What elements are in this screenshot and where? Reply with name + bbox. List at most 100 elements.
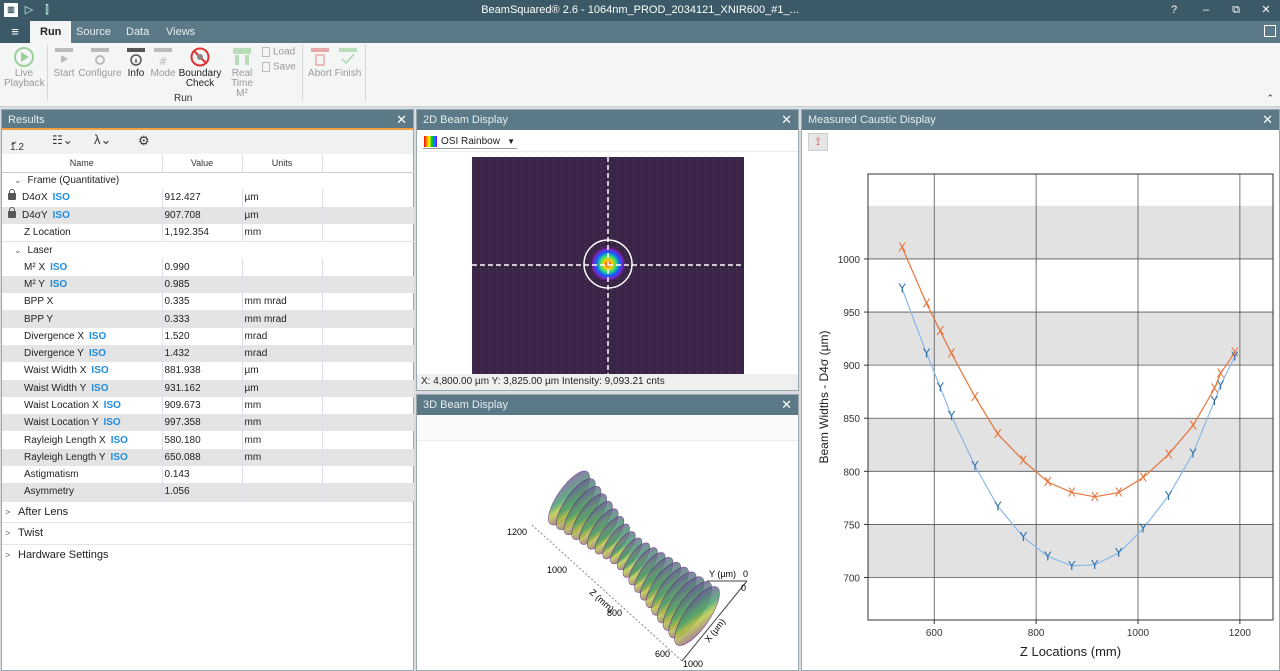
- data-point-y: Y: [1090, 558, 1099, 572]
- hamburger-menu-icon[interactable]: ≡: [0, 21, 30, 43]
- results-table: Name Value Units ⌄ Frame (Quantitative) D4σ…: [2, 154, 414, 501]
- maximize-button[interactable]: ⧉: [1228, 3, 1244, 17]
- table-row: Rayleigh Length X ISO 580.180 mm: [2, 431, 414, 449]
- data-point-y: Y: [970, 459, 979, 473]
- info-button[interactable]: Info: [122, 47, 150, 79]
- caustic-chart[interactable]: 700 750 800 850 900 950 1000 600 800 1000 1200 Z Lo…: [802, 154, 1280, 670]
- group-after-lens[interactable]: > After Lens: [2, 500, 413, 523]
- abort-button[interactable]: Abort: [306, 47, 334, 79]
- beam-3d-view[interactable]: 1200 1000 800 600 Z (mm) Y (µm) 0 0 1000…: [417, 443, 798, 671]
- mode-hash-icon: #: [154, 48, 172, 67]
- y-tick-label: 1000: [838, 255, 861, 266]
- data-point-y: Y: [1114, 546, 1123, 560]
- group-twist[interactable]: > Twist: [2, 522, 413, 544]
- close-results-icon[interactable]: ✕: [396, 110, 407, 130]
- minimize-button[interactable]: –: [1198, 3, 1214, 17]
- data-point-x: X: [994, 427, 1002, 441]
- start-button[interactable]: Start: [50, 47, 78, 79]
- row-value: 650.088: [162, 448, 243, 467]
- data-point-y: Y: [947, 409, 956, 423]
- rainbow-palette-icon: [424, 136, 437, 147]
- table-row: Waist Width Y ISO 931.162 µm: [2, 379, 414, 397]
- x-tick-label: 600: [926, 628, 943, 639]
- settings-gear-icon[interactable]: ⚙: [138, 133, 150, 149]
- data-point-y: Y: [1019, 530, 1028, 544]
- load-button[interactable]: Load: [262, 47, 298, 58]
- data-point-y: Y: [1188, 446, 1197, 460]
- data-point-y: Y: [1210, 394, 1219, 408]
- close-3d-icon[interactable]: ✕: [781, 395, 792, 415]
- table-row: BPP Y 0.333 mm mrad: [2, 310, 414, 328]
- data-point-y: Y: [936, 380, 945, 394]
- chevron-down-icon: ⌄: [14, 244, 22, 255]
- data-point-y: Y: [993, 499, 1002, 513]
- save-button[interactable]: Save: [262, 62, 298, 73]
- table-row: Waist Location X ISO 909.673 mm: [2, 396, 414, 415]
- live-playback-button[interactable]: Live Playback: [4, 47, 45, 89]
- beam-2d-image[interactable]: [472, 157, 744, 374]
- columns-dropdown-icon[interactable]: ☷⌄: [52, 133, 73, 147]
- window-title: BeamSquared® 2.6 - 1064nm_PROD_2034121_X…: [481, 4, 799, 16]
- data-point-x: X: [971, 390, 979, 404]
- grid-band: [868, 577, 1273, 620]
- finish-button[interactable]: Finish: [334, 47, 362, 79]
- table-row: BPP X 0.335 mm mrad: [2, 293, 414, 311]
- window-layout-icon[interactable]: [1264, 25, 1276, 37]
- data-point-x: X: [1164, 447, 1172, 461]
- table-row: M² Y ISO 0.985: [2, 275, 414, 294]
- close-button[interactable]: ✕: [1258, 3, 1274, 17]
- configure-gear-icon: [91, 48, 109, 65]
- group-laser[interactable]: ⌄ Laser: [2, 240, 414, 259]
- table-row: Divergence X ISO 1.520 mrad: [2, 327, 414, 345]
- group-frame[interactable]: ⌄ Frame (Quantitative): [2, 171, 414, 190]
- data-point-y: Y: [1216, 378, 1225, 392]
- beam-3d-panel: 3D Beam Display ✕ 1200 1000 800 600 Z (mm…: [416, 394, 799, 671]
- col-name[interactable]: Name: [2, 154, 163, 173]
- z-axis-label: Z (mm): [588, 587, 616, 614]
- real-time-icon: [233, 48, 251, 65]
- table-row: Divergence Y ISO 1.432 mrad: [2, 344, 414, 363]
- start-icon: [55, 48, 73, 63]
- y-axis-label: Y (µm): [709, 569, 736, 579]
- close-caustic-icon[interactable]: ✕: [1262, 110, 1273, 130]
- row-value: 881.938: [162, 362, 243, 380]
- ribbon-group-label: Run: [174, 93, 193, 104]
- z-tick-label: 600: [655, 649, 670, 659]
- data-point-x: X: [1044, 475, 1052, 489]
- col-units[interactable]: Units: [242, 154, 323, 173]
- row-value: 0.333: [162, 310, 243, 328]
- row-value: 1.520: [162, 327, 243, 345]
- info-icon: [127, 48, 145, 66]
- mode-button[interactable]: # Mode: [150, 47, 176, 79]
- tab-data[interactable]: Data: [116, 21, 159, 43]
- x-axis-label: Z Locations (mm): [1020, 644, 1121, 659]
- help-icon[interactable]: ?: [1166, 3, 1182, 17]
- wavelength-dropdown-icon[interactable]: λ⌄: [94, 132, 111, 148]
- row-value: 1.056: [162, 483, 243, 501]
- abort-icon: [311, 48, 329, 66]
- row-name: BPP X: [24, 296, 54, 308]
- palette-dropdown[interactable]: OSI Rainbow ▼: [423, 134, 517, 149]
- y-axis-label: Beam Widths - D4σ (µm): [817, 330, 831, 463]
- tab-source[interactable]: Source: [66, 21, 121, 43]
- col-value[interactable]: Value: [162, 154, 243, 173]
- close-2d-icon[interactable]: ✕: [781, 110, 792, 130]
- configure-button[interactable]: Configure: [78, 47, 122, 79]
- collapse-ribbon-icon[interactable]: ⌃: [1266, 93, 1274, 104]
- boundary-check-button[interactable]: Boundary Check: [178, 47, 222, 89]
- row-value: 931.162: [162, 379, 243, 397]
- row-value: 0.990: [162, 258, 243, 276]
- x-tick-label: 800: [1028, 628, 1045, 639]
- data-point-x: X: [1091, 490, 1099, 504]
- fit-curve-icon[interactable]: ⟟: [808, 133, 828, 151]
- row-name: Waist Location X: [24, 400, 99, 411]
- tab-views[interactable]: Views: [156, 21, 205, 43]
- data-point-y: Y: [1043, 549, 1052, 563]
- real-time-m2-button[interactable]: Real Time M²: [224, 47, 260, 99]
- group-hardware-settings[interactable]: > Hardware Settings: [2, 543, 413, 566]
- data-point-y: Y: [897, 282, 906, 296]
- y-tick-label: 950: [843, 308, 860, 319]
- precision-dropdown[interactable]: 1.2 ⌄: [10, 136, 24, 153]
- iso-tag: ISO: [91, 382, 109, 394]
- data-point-x: X: [898, 240, 906, 254]
